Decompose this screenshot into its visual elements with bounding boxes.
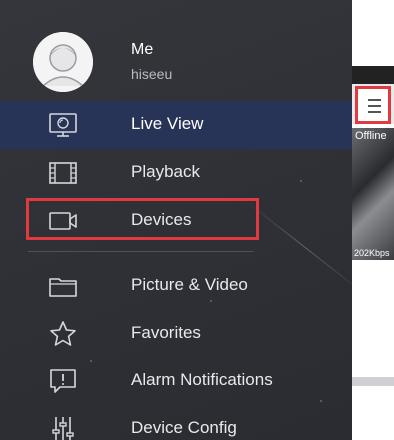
background-app-header <box>352 66 394 84</box>
avatar-person-icon <box>33 32 93 92</box>
menu-item-favorites[interactable]: Favorites <box>0 310 352 358</box>
camera-status-label: Offline <box>355 130 387 142</box>
sliders-icon <box>47 415 79 440</box>
navigation-drawer: Me hiseeu Live View Playback Devices Pic… <box>0 0 352 440</box>
menu-separator <box>28 251 254 252</box>
devices-highlight-box <box>26 198 259 240</box>
menu-item-label: Alarm Notifications <box>131 370 273 389</box>
menu-line-icon <box>368 111 381 113</box>
menu-item-alarm-notifications[interactable]: Alarm Notifications <box>0 357 352 405</box>
avatar[interactable] <box>33 32 93 92</box>
film-strip-icon <box>47 159 79 187</box>
menu-item-label: Picture & Video <box>131 275 248 294</box>
monitor-icon <box>47 111 79 139</box>
menu-item-label: Device Config <box>131 418 237 437</box>
menu-item-live-view[interactable]: Live View <box>0 101 352 149</box>
camera-bitrate-label: 202Kbps <box>354 248 390 258</box>
user-name: Me <box>131 41 154 58</box>
camera-preview-tile[interactable] <box>352 128 394 260</box>
menu-item-label: Live View <box>131 114 204 133</box>
user-account: hiseeu <box>131 66 173 82</box>
menu-line-icon <box>368 105 381 107</box>
star-icon <box>47 320 79 348</box>
menu-item-label: Playback <box>131 162 200 181</box>
menu-item-label: Favorites <box>131 323 201 342</box>
user-profile[interactable]: Me hiseeu <box>0 0 352 100</box>
alert-message-icon <box>47 367 79 395</box>
folder-icon <box>47 272 79 300</box>
menu-toggle-button[interactable] <box>355 86 391 124</box>
background-app-content <box>352 262 394 377</box>
menu-line-icon <box>368 99 381 101</box>
menu-item-picture-video[interactable]: Picture & Video <box>0 262 352 310</box>
menu-item-playback[interactable]: Playback <box>0 149 352 197</box>
menu-item-device-config[interactable]: Device Config <box>0 405 352 440</box>
background-app-strip <box>352 377 394 386</box>
